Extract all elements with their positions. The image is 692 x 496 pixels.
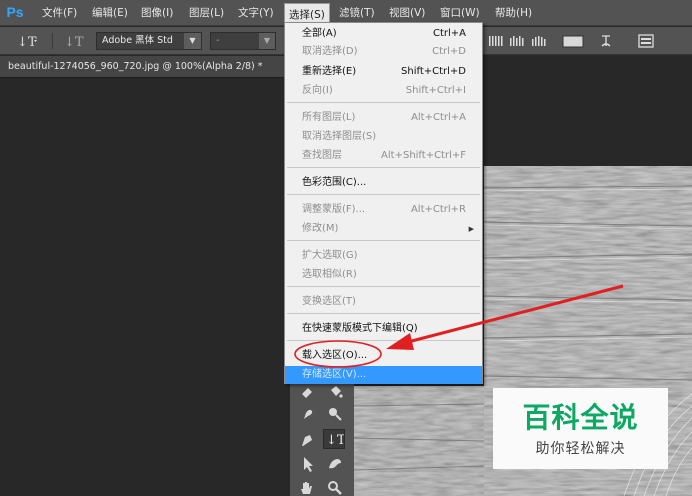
custom-shape-icon[interactable]: [324, 454, 346, 474]
svg-text:↓T: ↓T: [64, 35, 84, 50]
menu-separator: [287, 102, 480, 103]
menu-item-find-layers[interactable]: 查找图层 Alt+Shift+Ctrl+F: [285, 147, 482, 165]
align-right-icon[interactable]: [530, 31, 548, 51]
document-tab[interactable]: beautiful-1274056_960_720.jpg @ 100%(Alp…: [0, 56, 290, 78]
hand-tool-icon[interactable]: [296, 478, 318, 496]
eraser-icon[interactable]: [296, 382, 318, 402]
menu-item-grow[interactable]: 扩大选取(G): [285, 247, 482, 265]
select-menu-dropdown: 全部(A) Ctrl+A 取消选择(D) Ctrl+D 重新选择(E) Shif…: [284, 22, 483, 384]
watermark-subtitle: 助你轻松解决: [535, 441, 626, 457]
text-tool-preset-icon[interactable]: ↓T: [14, 31, 40, 51]
menu-item-transform-selection[interactable]: 变换选区(T): [285, 293, 482, 311]
options-separator: [52, 33, 53, 49]
type-tool-icon[interactable]: ↓T: [323, 429, 346, 449]
menu-separator: [287, 340, 480, 341]
pen-tool-icon[interactable]: [296, 430, 318, 450]
menu-type[interactable]: 文字(Y): [234, 4, 278, 22]
chevron-down-icon[interactable]: ▼: [184, 33, 201, 49]
menu-item-similar[interactable]: 选取相似(R): [285, 266, 482, 284]
zoom-tool-icon[interactable]: [324, 478, 346, 496]
canvas-image-left[interactable]: [354, 386, 484, 496]
menu-item-refine-mask[interactable]: 调整蒙版(F)... Alt+Ctrl+R: [285, 201, 482, 219]
watermark-title: 百科全说: [522, 401, 639, 434]
ps-logo: Ps: [6, 4, 24, 20]
menu-item-quick-mask[interactable]: 在快速蒙版模式下编辑(Q): [285, 320, 482, 338]
blur-tool-icon[interactable]: [296, 404, 318, 424]
menu-image[interactable]: 图像(I): [137, 4, 177, 22]
dodge-tool-icon[interactable]: [324, 404, 346, 424]
menu-item-load-selection[interactable]: 载入选区(O)...: [285, 347, 482, 365]
menu-help[interactable]: 帮助(H): [491, 4, 536, 22]
menu-separator: [287, 313, 480, 314]
menu-separator: [287, 167, 480, 168]
text-color-swatch[interactable]: [561, 31, 585, 51]
document-title: beautiful-1274056_960_720.jpg @ 100%(Alp…: [8, 61, 263, 72]
menu-filter[interactable]: 滤镜(T): [335, 4, 379, 22]
chevron-down-icon[interactable]: ▼: [259, 33, 275, 49]
photoshop-window: Ps 文件(F) 编辑(E) 图像(I) 图层(L) 文字(Y) 选择(S) 滤…: [0, 0, 692, 496]
align-left-icon[interactable]: [487, 31, 505, 51]
menu-file[interactable]: 文件(F): [38, 4, 81, 22]
watermark-logo: 百科全说 助你轻松解决: [493, 388, 668, 469]
menu-item-modify[interactable]: 修改(M) ▶: [285, 220, 482, 238]
character-panel-icon[interactable]: [636, 31, 656, 51]
menu-view[interactable]: 视图(V): [385, 4, 429, 22]
text-orientation-icon[interactable]: ↓T: [60, 31, 86, 51]
menu-item-inverse[interactable]: 反向(I) Shift+Ctrl+I: [285, 82, 482, 100]
warp-text-icon[interactable]: [596, 31, 616, 51]
toolbox: ↓T: [290, 384, 354, 496]
menu-item-deselect[interactable]: 取消选择(D) Ctrl+D: [285, 43, 482, 61]
menu-separator: [287, 194, 480, 195]
menu-item-deselect-layers[interactable]: 取消选择图层(S): [285, 128, 482, 146]
menu-item-save-selection[interactable]: 存储选区(V)...: [285, 366, 482, 384]
menu-separator: [287, 240, 480, 241]
path-selection-icon[interactable]: [296, 454, 318, 474]
align-center-icon[interactable]: [508, 31, 526, 51]
menu-item-reselect[interactable]: 重新选择(E) Shift+Ctrl+D: [285, 63, 482, 81]
svg-text:↓T: ↓T: [326, 433, 344, 448]
bucket-icon[interactable]: [324, 382, 346, 402]
menu-layer[interactable]: 图层(L): [185, 4, 228, 22]
menu-edit[interactable]: 编辑(E): [88, 4, 132, 22]
menu-window[interactable]: 窗口(W): [436, 4, 484, 22]
submenu-arrow-icon: ▶: [468, 225, 474, 233]
menu-item-all-layers[interactable]: 所有图层(L) Alt+Ctrl+A: [285, 109, 482, 127]
menu-item-color-range[interactable]: 色彩范围(C)...: [285, 174, 482, 192]
svg-text:↓T: ↓T: [17, 35, 37, 50]
menu-item-select-all[interactable]: 全部(A) Ctrl+A: [285, 25, 482, 43]
menu-separator: [287, 286, 480, 287]
